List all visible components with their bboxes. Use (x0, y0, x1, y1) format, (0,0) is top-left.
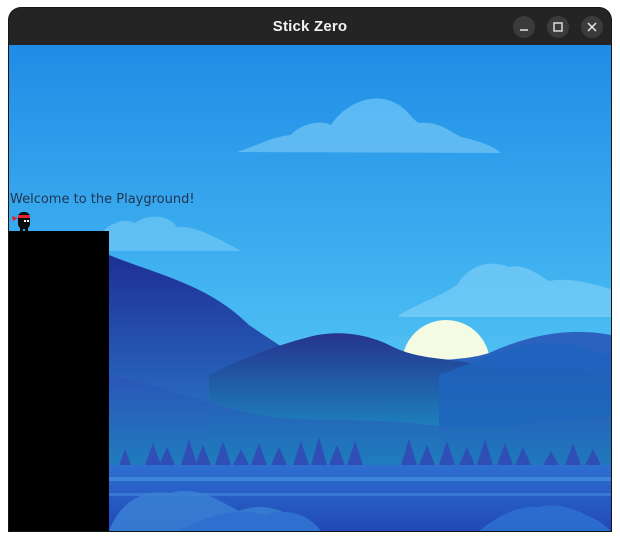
player-ninja (12, 212, 30, 231)
platform-block (9, 231, 109, 531)
welcome-message: Welcome to the Playground! (10, 192, 195, 207)
game-window: Stick Zero Welcome to the Playground! (9, 8, 611, 531)
maximize-button[interactable] (547, 16, 569, 38)
title-bar[interactable]: Stick Zero (9, 8, 611, 45)
close-button[interactable] (581, 16, 603, 38)
game-canvas[interactable]: Welcome to the Playground! (9, 45, 611, 531)
close-icon (587, 22, 597, 32)
maximize-icon (553, 22, 563, 32)
minimize-button[interactable] (513, 16, 535, 38)
minimize-icon (520, 29, 528, 31)
